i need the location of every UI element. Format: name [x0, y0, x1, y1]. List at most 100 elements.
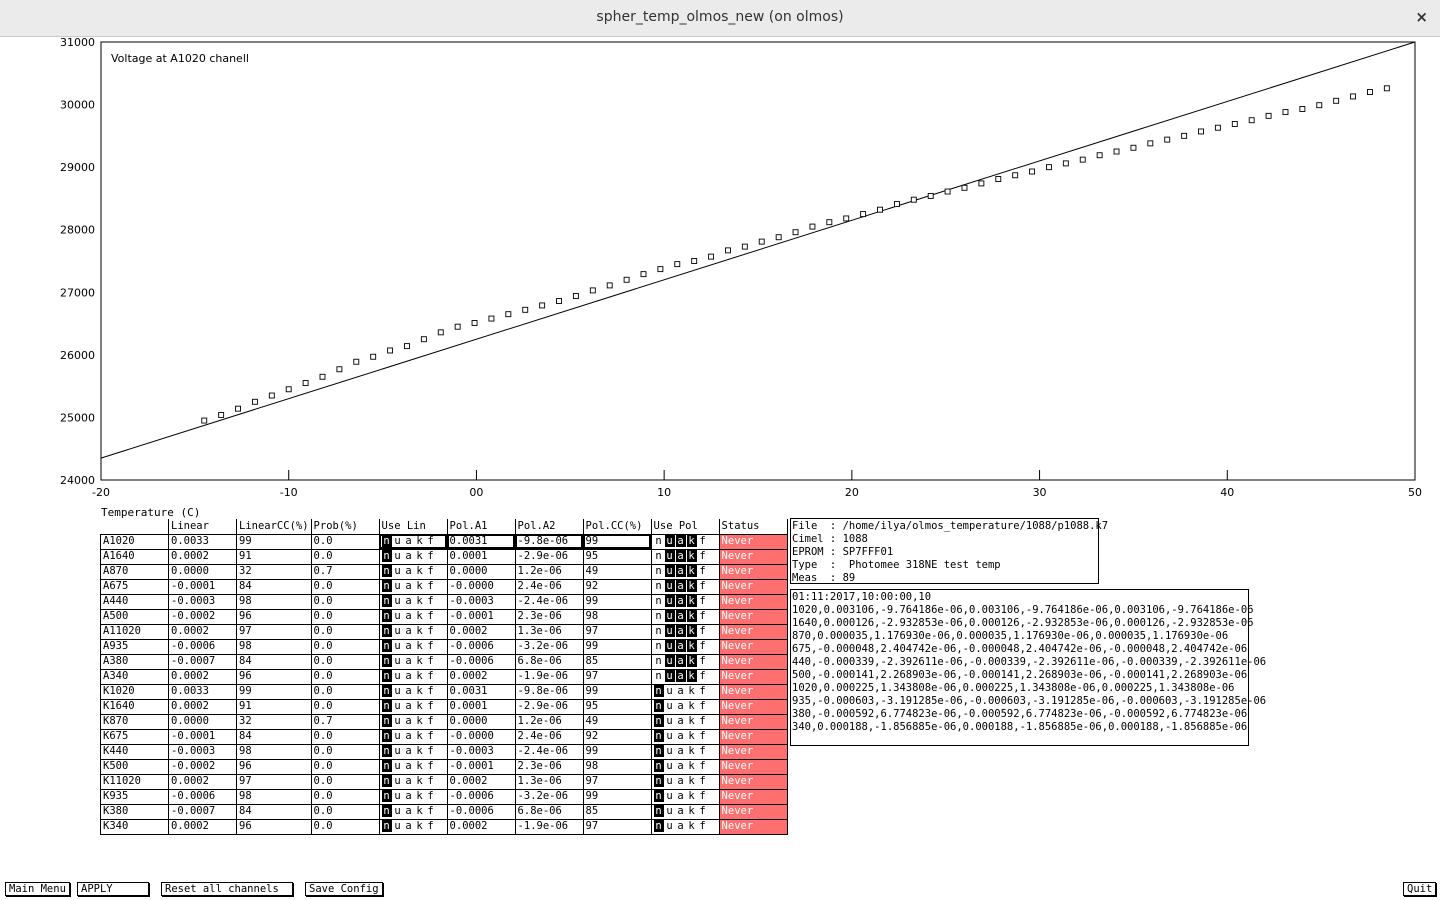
save-config-button[interactable]: Save Config	[305, 882, 383, 896]
flag-toggle-u[interactable]: u	[664, 670, 675, 682]
flag-toggle-k[interactable]: k	[686, 610, 697, 622]
flag-toggle-k[interactable]: k	[686, 550, 697, 562]
reset-all-channels-button[interactable]: Reset all channels	[161, 882, 293, 896]
flag-toggle-n[interactable]: n	[381, 580, 392, 592]
flag-toggle-k[interactable]: k	[415, 700, 425, 712]
flag-toggle-a[interactable]: a	[404, 715, 414, 727]
flag-toggle-u[interactable]: u	[393, 820, 403, 832]
flag-toggle-a[interactable]: a	[675, 670, 686, 682]
flag-toggle-u[interactable]: u	[665, 760, 675, 772]
flag-toggle-n[interactable]: n	[654, 550, 664, 562]
flag-toggle-k[interactable]: k	[415, 670, 425, 682]
flag-toggle-f[interactable]: f	[698, 550, 708, 562]
flag-toggle-n[interactable]: n	[381, 715, 392, 727]
flag-toggle-u[interactable]: u	[393, 685, 403, 697]
flag-toggle-u[interactable]: u	[665, 820, 675, 832]
table-row[interactable]: K1640 0.0002 91 0.0 n u a k f 0.0001 -2.9e-06 95 n u a…	[100, 698, 788, 715]
flag-toggle-f[interactable]: f	[698, 685, 708, 697]
flag-toggle-f[interactable]: f	[426, 565, 436, 577]
flag-toggle-n[interactable]: n	[381, 655, 392, 667]
flag-toggle-u[interactable]: u	[393, 595, 403, 607]
flag-toggle-k[interactable]: k	[415, 640, 425, 652]
flag-toggle-k[interactable]: k	[686, 535, 697, 547]
flag-toggle-k[interactable]: k	[687, 760, 697, 772]
flag-toggle-k[interactable]: k	[415, 625, 425, 637]
flag-toggle-n[interactable]: n	[654, 580, 664, 592]
main-menu-button[interactable]: Main Menu	[5, 882, 70, 896]
flag-toggle-a[interactable]: a	[404, 700, 414, 712]
table-row[interactable]: K11020 0.0002 97 0.0 n u a k f 0.0002 1.3e-06 97 n u a…	[100, 773, 788, 790]
flag-toggle-k[interactable]: k	[686, 670, 697, 682]
flag-toggle-a[interactable]: a	[404, 580, 414, 592]
flag-toggle-k[interactable]: k	[415, 580, 425, 592]
flag-toggle-n[interactable]: n	[653, 760, 664, 772]
flag-toggle-a[interactable]: a	[675, 535, 686, 547]
flag-toggle-a[interactable]: a	[404, 550, 414, 562]
flag-toggle-n[interactable]: n	[654, 625, 664, 637]
table-row[interactable]: K340 0.0002 96 0.0 n u a k f 0.0002 -1.9e-06 97 n u a k…	[100, 818, 788, 835]
flag-toggle-f[interactable]: f	[426, 760, 436, 772]
flag-toggle-f[interactable]: f	[426, 550, 436, 562]
flag-toggle-u[interactable]: u	[664, 535, 675, 547]
flag-toggle-a[interactable]: a	[676, 685, 686, 697]
flag-toggle-k[interactable]: k	[415, 775, 425, 787]
flag-toggle-k[interactable]: k	[415, 565, 425, 577]
flag-toggle-f[interactable]: f	[698, 625, 708, 637]
flag-toggle-u[interactable]: u	[664, 565, 675, 577]
flag-toggle-k[interactable]: k	[687, 790, 697, 802]
flag-toggle-k[interactable]: k	[686, 640, 697, 652]
flag-toggle-u[interactable]: u	[393, 625, 403, 637]
flag-toggle-f[interactable]: f	[698, 745, 708, 757]
flag-toggle-k[interactable]: k	[415, 535, 425, 547]
flag-toggle-a[interactable]: a	[676, 820, 686, 832]
flag-toggle-a[interactable]: a	[676, 745, 686, 757]
flag-toggle-n[interactable]: n	[381, 670, 392, 682]
flag-toggle-k[interactable]: k	[686, 580, 697, 592]
flag-toggle-f[interactable]: f	[426, 595, 436, 607]
table-row[interactable]: K935 -0.0006 98 0.0 n u a k f -0.0006 -3.2e-06 99 n u…	[100, 788, 788, 805]
flag-toggle-k[interactable]: k	[687, 700, 697, 712]
flag-toggle-f[interactable]: f	[426, 535, 436, 547]
flag-toggle-n[interactable]: n	[381, 535, 392, 547]
table-row[interactable]: K380 -0.0007 84 0.0 n u a k f -0.0006 6.8e-06 85 n u a…	[100, 803, 788, 820]
flag-toggle-a[interactable]: a	[404, 730, 414, 742]
table-row[interactable]: K1020 0.0033 99 0.0 n u a k f 0.0031 -9.8e-06 99 n u a…	[100, 683, 788, 700]
flag-toggle-k[interactable]: k	[686, 595, 697, 607]
flag-toggle-a[interactable]: a	[676, 775, 686, 787]
flag-toggle-a[interactable]: a	[404, 595, 414, 607]
table-row[interactable]: A11020 0.0002 97 0.0 n u a k f 0.0002 1.3e-06 97 n u a…	[100, 623, 788, 640]
flag-toggle-f[interactable]: f	[426, 820, 436, 832]
flag-toggle-n[interactable]: n	[653, 715, 664, 727]
flag-toggle-f[interactable]: f	[426, 715, 436, 727]
flag-toggle-f[interactable]: f	[426, 670, 436, 682]
flag-toggle-n[interactable]: n	[653, 700, 664, 712]
flag-toggle-n[interactable]: n	[653, 775, 664, 787]
flag-toggle-n[interactable]: n	[381, 565, 392, 577]
table-row[interactable]: K870 0.0000 32 0.7 n u a k f 0.0000 1.2e-06 49 n u a k f…	[100, 713, 788, 730]
flag-toggle-a[interactable]: a	[675, 580, 686, 592]
flag-toggle-a[interactable]: a	[675, 565, 686, 577]
flag-toggle-u[interactable]: u	[664, 595, 675, 607]
flag-toggle-k[interactable]: k	[415, 595, 425, 607]
flag-toggle-f[interactable]: f	[698, 775, 708, 787]
table-row[interactable]: A1640 0.0002 91 0.0 n u a k f 0.0001 -2.9e-06 95 n u a…	[100, 548, 788, 565]
flag-toggle-f[interactable]: f	[426, 775, 436, 787]
flag-toggle-k[interactable]: k	[687, 685, 697, 697]
flag-toggle-k[interactable]: k	[686, 565, 697, 577]
flag-toggle-n[interactable]: n	[381, 790, 392, 802]
flag-toggle-a[interactable]: a	[676, 805, 686, 817]
flag-toggle-n[interactable]: n	[381, 625, 392, 637]
quit-button[interactable]: Quit	[1403, 882, 1437, 896]
flag-toggle-n[interactable]: n	[381, 805, 392, 817]
flag-toggle-k[interactable]: k	[415, 730, 425, 742]
flag-toggle-n[interactable]: n	[381, 685, 392, 697]
flag-toggle-a[interactable]: a	[676, 730, 686, 742]
flag-toggle-a[interactable]: a	[404, 790, 414, 802]
flag-toggle-a[interactable]: a	[675, 550, 686, 562]
flag-toggle-f[interactable]: f	[426, 580, 436, 592]
flag-toggle-k[interactable]: k	[415, 685, 425, 697]
flag-toggle-a[interactable]: a	[404, 610, 414, 622]
flag-toggle-a[interactable]: a	[675, 610, 686, 622]
flag-toggle-u[interactable]: u	[393, 535, 403, 547]
flag-toggle-u[interactable]: u	[665, 805, 675, 817]
